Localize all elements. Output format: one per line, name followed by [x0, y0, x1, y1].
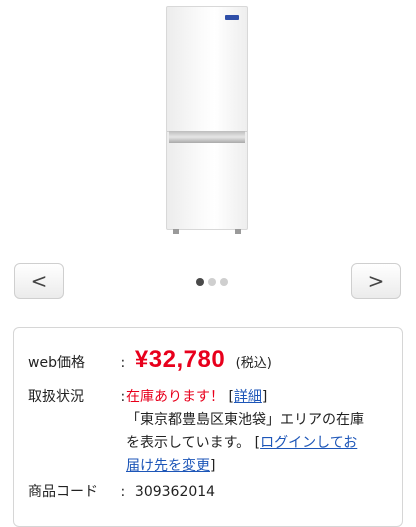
carousel-dot[interactable]: [196, 278, 204, 286]
carousel-prev-button[interactable]: <: [14, 263, 64, 299]
price-label: web価格: [28, 355, 85, 371]
area-text-line1: 「東京都豊島区東池袋」エリアの在庫: [126, 412, 364, 428]
detail-link[interactable]: 詳細: [234, 389, 262, 405]
carousel-dots: [196, 278, 228, 286]
fridge-handle: [169, 131, 245, 143]
status-label: 取扱状況: [28, 389, 84, 405]
colon: :: [120, 355, 126, 371]
stock-status: 在庫あります！: [126, 389, 224, 405]
chevron-left-icon: <: [30, 269, 48, 293]
bracket: ]: [261, 389, 268, 405]
login-link[interactable]: ログインしてお: [260, 435, 357, 451]
code-label: 商品コード: [28, 484, 98, 500]
fridge-foot: [235, 229, 241, 234]
code-row: 商品コード : 309362014: [28, 481, 215, 504]
brand-logo: [225, 15, 239, 20]
fridge-top-door: [167, 7, 247, 132]
area-text-line2: を表示しています。: [126, 435, 251, 451]
code-value: 309362014: [134, 484, 216, 500]
tax-note: (税込): [235, 356, 272, 371]
fridge-foot: [173, 229, 179, 234]
colon: :: [120, 484, 126, 500]
carousel-dot[interactable]: [208, 278, 216, 286]
product-info-box: web価格 : ¥32,780 (税込) 取扱状況 : 在庫あります！ [詳細]…: [13, 327, 403, 527]
carousel-dot[interactable]: [220, 278, 228, 286]
price-value: ¥32,780: [134, 346, 226, 373]
status-value: 在庫あります！ [詳細] 「東京都豊島区東池袋」エリアの在庫 を表示しています。…: [126, 386, 396, 478]
carousel-next-button[interactable]: >: [351, 263, 401, 299]
login-link[interactable]: 届け先を変更: [126, 458, 210, 474]
chevron-right-icon: >: [367, 269, 385, 293]
bracket: ]: [210, 458, 216, 474]
status-row: 取扱状況 :: [28, 386, 130, 409]
refrigerator-image: [166, 6, 248, 234]
price-row: web価格 : ¥32,780 (税込): [28, 348, 272, 375]
